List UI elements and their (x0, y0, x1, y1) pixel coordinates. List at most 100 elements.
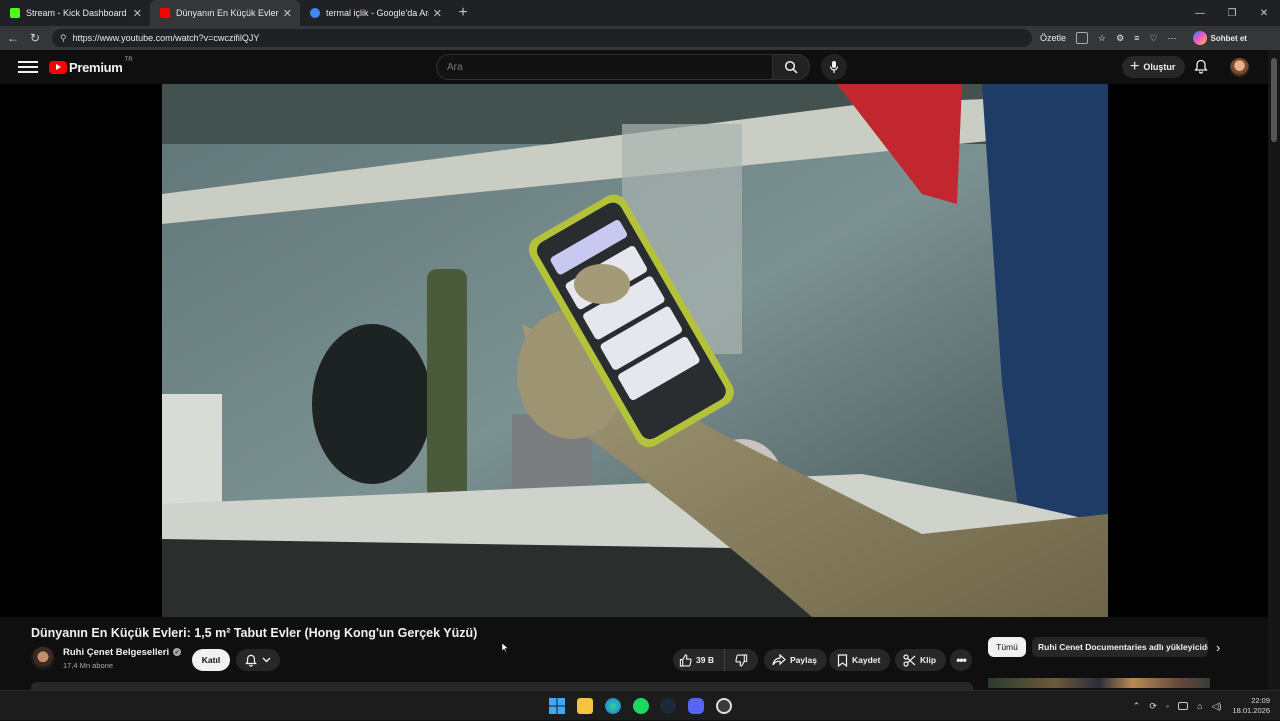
steam-icon[interactable] (660, 698, 676, 714)
volume-icon[interactable]: ◁) (1212, 701, 1222, 712)
tab-youtube-video[interactable]: Dünyanın En Küçük Evleri: 1,5 m² Tabut E… (150, 0, 300, 26)
favorites-icon[interactable]: ≡ (1134, 33, 1139, 43)
like-dislike-group: 39 B (673, 649, 758, 671)
close-tab-icon[interactable]: ✕ (283, 7, 292, 20)
chevron-down-icon (262, 657, 271, 663)
logo-text: Premium (69, 59, 123, 75)
save-button[interactable]: Kaydet (829, 649, 891, 671)
show-hidden-icons-icon[interactable]: ⌃ (1133, 701, 1141, 712)
like-button[interactable]: 39 B (673, 649, 725, 671)
youtube-masthead: Premium TR + Oluştur (0, 50, 1280, 84)
tab-google-search[interactable]: termal içlik - Google'da Ara ✕ (300, 0, 450, 26)
address-bar[interactable]: ⚲ https://www.youtube.com/watch?v=cwczif… (52, 29, 1032, 47)
back-button[interactable]: ← (2, 27, 24, 49)
site-info-icon[interactable]: ⚲ (60, 33, 67, 44)
youtube-favicon-icon (160, 8, 170, 18)
time: 22:09 (1251, 696, 1270, 705)
video-still-image (162, 84, 1108, 617)
edge-browser-icon[interactable] (605, 698, 621, 714)
subscription-notification-button[interactable] (236, 649, 280, 671)
search-input[interactable] (447, 61, 772, 73)
split-screen-icon[interactable] (1076, 32, 1089, 44)
join-button[interactable]: Katıl (192, 649, 230, 671)
menu-icon[interactable] (18, 58, 38, 76)
video-player[interactable] (0, 84, 1268, 617)
chevron-right-icon[interactable]: › (1216, 640, 1220, 655)
thumbs-down-icon (735, 653, 748, 667)
description-box[interactable] (31, 682, 973, 690)
dislike-button[interactable] (725, 653, 758, 667)
search-button[interactable] (772, 54, 810, 80)
favorite-star-icon[interactable]: ☆ (1098, 33, 1106, 44)
app-icon[interactable] (716, 698, 732, 714)
search-box (436, 54, 772, 80)
spotify-icon[interactable] (633, 698, 649, 714)
extensions-area: Özetle ☆ ⚙ ≡ ♡ ⋯ Sohbet et (1040, 31, 1247, 45)
bell-icon (1194, 59, 1208, 74)
start-icon[interactable] (549, 698, 565, 714)
subscriber-count: 17,4 Mn abone (63, 660, 114, 670)
tab-title: Dünyanın En Küçük Evleri: 1,5 m² Tabut E… (176, 8, 279, 18)
share-button[interactable]: Paylaş (764, 649, 827, 671)
clip-button[interactable]: Klip (895, 649, 947, 671)
account-avatar[interactable] (1230, 58, 1249, 77)
notifications-button[interactable] (1194, 59, 1208, 74)
chip-from-uploader[interactable]: Ruhi Cenet Documentaries adlı yükleyicid… (1032, 637, 1208, 657)
windows-taskbar: ⌃ ⟳ ◦ ⌂ ◁) 22:09 18.01.2026 (0, 690, 1280, 720)
search-icon (784, 60, 798, 74)
clip-label: Klip (920, 655, 937, 665)
summarize-button[interactable]: Özetle (1040, 33, 1066, 43)
browser-tab-strip: Stream - Kick Dashboard ✕ Dünyanın En Kü… (0, 0, 1280, 26)
window-controls: — ❐ ✕ (1184, 0, 1280, 26)
tab-title: Stream - Kick Dashboard (26, 8, 127, 18)
chat-label: Sohbet et (1210, 33, 1247, 43)
new-tab-button[interactable]: + (450, 0, 476, 26)
date: 18.01.2026 (1232, 706, 1270, 715)
extensions-icon[interactable]: ⚙ (1116, 33, 1124, 44)
browser-toolbar: ← ↻ ⚲ https://www.youtube.com/watch?v=cw… (0, 26, 1280, 50)
thumbs-up-icon (679, 653, 692, 667)
file-explorer-icon[interactable] (577, 698, 593, 714)
more-actions-button[interactable]: ••• (950, 649, 972, 671)
bookmark-icon (837, 653, 848, 667)
reload-button[interactable]: ↻ (24, 27, 46, 49)
chip-all[interactable]: Tümü (988, 637, 1026, 657)
channel-avatar[interactable] (31, 646, 55, 670)
youtube-premium-logo[interactable]: Premium TR (49, 56, 133, 75)
close-tab-icon[interactable]: ✕ (433, 7, 442, 20)
share-icon (772, 654, 786, 666)
create-button[interactable]: + Oluştur (1122, 56, 1186, 78)
copilot-chat-button[interactable]: Sohbet et (1192, 31, 1247, 45)
close-tab-icon[interactable]: ✕ (133, 7, 142, 20)
page-scrollbar[interactable] (1268, 50, 1280, 690)
scissors-icon (903, 653, 916, 667)
clock[interactable]: 22:09 18.01.2026 (1232, 696, 1270, 716)
maximize-icon[interactable]: ❐ (1216, 0, 1248, 26)
save-label: Kaydet (852, 655, 881, 665)
close-window-icon[interactable]: ✕ (1248, 0, 1280, 26)
monitor-icon[interactable] (1178, 702, 1189, 710)
share-label: Paylaş (790, 655, 817, 665)
more-tools-icon[interactable]: ⋯ (1168, 33, 1177, 44)
network-icon[interactable]: ⌂ (1197, 701, 1202, 711)
video-title: Dünyanın En Küçük Evleri: 1,5 m² Tabut E… (31, 626, 478, 640)
scrollbar-thumb[interactable] (1271, 58, 1277, 142)
discord-icon[interactable] (688, 698, 704, 714)
channel-name-row[interactable]: Ruhi Çenet Belgeselleri ✓ (63, 647, 182, 658)
channel-name[interactable]: Ruhi Çenet Belgeselleri (63, 647, 169, 658)
recommended-thumbnails[interactable] (988, 678, 1210, 688)
voice-search-button[interactable] (821, 54, 847, 80)
create-label: Oluştur (1143, 62, 1176, 72)
mouse-cursor-icon (502, 643, 508, 652)
microphone-icon (829, 61, 839, 73)
minimize-icon[interactable]: — (1184, 0, 1216, 26)
performance-icon[interactable]: ♡ (1149, 33, 1157, 44)
country-code: TR (124, 56, 133, 63)
mic-tray-icon[interactable]: ◦ (1166, 701, 1169, 711)
url-text: https://www.youtube.com/watch?v=cwczifil… (72, 33, 260, 43)
system-tray: ⌃ ⟳ ◦ ⌂ ◁) 22:09 18.01.2026 (1133, 691, 1280, 721)
sync-icon[interactable]: ⟳ (1149, 701, 1157, 712)
channel-info: Ruhi Çenet Belgeselleri ✓ 17,4 Mn abone (31, 646, 182, 670)
video-frame[interactable] (162, 84, 1108, 617)
tab-kick-dashboard[interactable]: Stream - Kick Dashboard ✕ (0, 0, 150, 26)
